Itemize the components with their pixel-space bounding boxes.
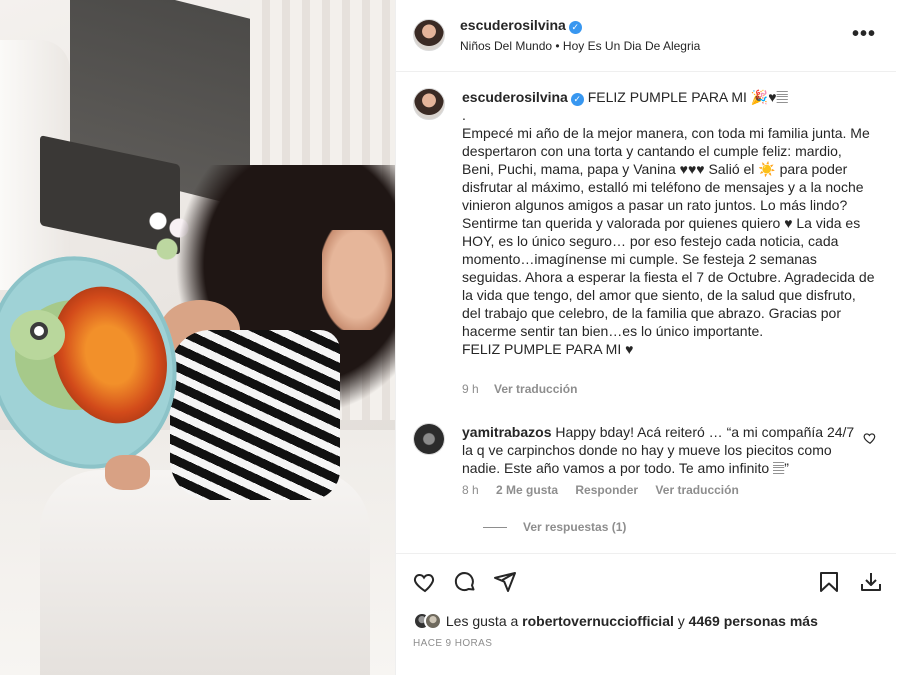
- photo-turtle-eye: [30, 322, 48, 340]
- share-icon[interactable]: [493, 570, 517, 594]
- replies-divider: [483, 527, 507, 529]
- photo-zebra-top: [170, 330, 340, 500]
- caption-text: escuderosilvina ✓ FELIZ PUMPLE PARA MI 🎉♥…: [462, 88, 877, 358]
- post-panel: escuderosilvina ✓ Niños Del Mundo • Hoy E…: [395, 0, 900, 675]
- heart-icon[interactable]: [413, 570, 437, 594]
- caption-username[interactable]: escuderosilvina: [462, 89, 568, 105]
- download-icon[interactable]: [859, 570, 883, 594]
- author-username-text[interactable]: escuderosilvina: [460, 17, 566, 33]
- comment-text: yamitrabazos Happy bday! Acá reiteró … “…: [462, 423, 862, 477]
- view-replies-label: Ver respuestas (1): [523, 520, 627, 534]
- photo-hand: [105, 455, 150, 490]
- caption-body: . Empecé mi año de la mejor manera, con …: [462, 107, 875, 357]
- likes-summary[interactable]: Les gusta a robertovernucciofficial y 44…: [413, 612, 818, 630]
- verified-icon: ✓: [570, 93, 584, 106]
- comment-avatar[interactable]: [413, 423, 445, 455]
- likes-count[interactable]: 4469 personas más: [689, 613, 818, 629]
- view-replies-button[interactable]: Ver respuestas (1): [483, 520, 626, 534]
- bookmark-icon[interactable]: [817, 570, 841, 594]
- author-username[interactable]: escuderosilvina ✓: [460, 17, 582, 34]
- comment-username[interactable]: yamitrabazos: [462, 424, 551, 440]
- post-header: escuderosilvina ✓ Niños Del Mundo • Hoy E…: [396, 0, 896, 72]
- verified-icon: ✓: [568, 21, 582, 34]
- caption-meta: 9 h Ver traducción: [462, 382, 589, 396]
- photo-face: [322, 230, 392, 330]
- post-timestamp[interactable]: HACE 9 HORAS: [413, 638, 492, 649]
- caption-first-line: FELIZ PUMPLE PARA MI 🎉♥𝄚: [587, 89, 788, 105]
- comment-reply-button[interactable]: Responder: [575, 483, 638, 497]
- comment-icon[interactable]: [453, 570, 477, 594]
- caption-time[interactable]: 9 h: [462, 382, 479, 396]
- liker-username[interactable]: robertovernucciofficial: [522, 613, 674, 629]
- comment-translate-button[interactable]: Ver traducción: [655, 483, 738, 497]
- liker-avatar: [424, 612, 442, 630]
- likes-prefix: Les gusta a: [445, 613, 519, 629]
- music-label[interactable]: Niños Del Mundo • Hoy Es Un Dia De Alegr…: [460, 39, 700, 53]
- more-icon[interactable]: •••: [852, 24, 876, 44]
- author-avatar[interactable]: [413, 19, 445, 51]
- comment-time[interactable]: 8 h: [462, 483, 479, 497]
- post-photo[interactable]: [0, 0, 395, 675]
- caption-translate-button[interactable]: Ver traducción: [494, 382, 577, 396]
- comment-like-heart-icon[interactable]: [863, 431, 877, 445]
- action-bar: Les gusta a robertovernucciofficial y 44…: [396, 553, 896, 675]
- photo-pants: [40, 470, 370, 675]
- comment-meta: 8 h 2 Me gusta Responder Ver traducción: [462, 483, 753, 497]
- comment-likes[interactable]: 2 Me gusta: [496, 483, 558, 497]
- likes-connector: y: [677, 613, 685, 629]
- caption-avatar[interactable]: [413, 88, 445, 120]
